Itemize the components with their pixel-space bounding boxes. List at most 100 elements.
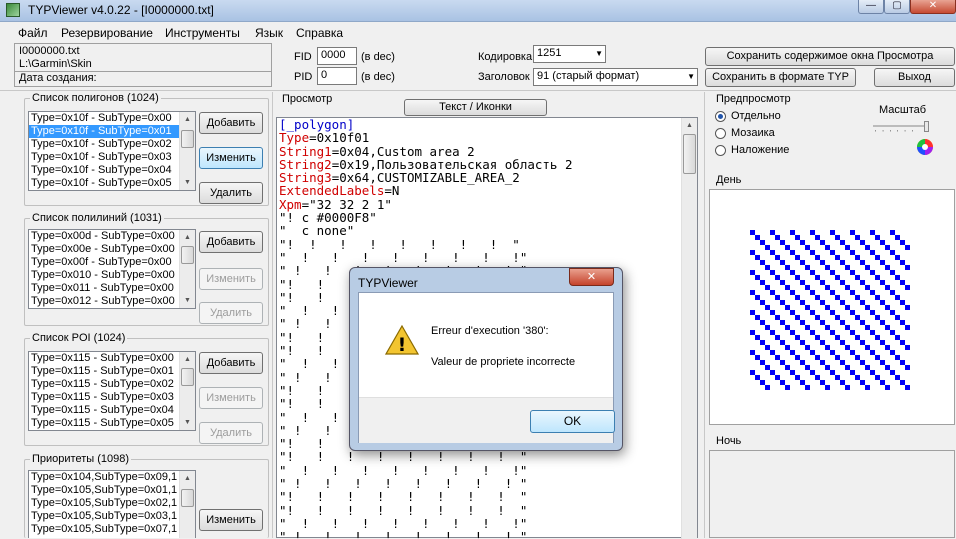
- pattern-pixel: [790, 330, 795, 335]
- warning-icon: !: [385, 325, 419, 355]
- save-view-button[interactable]: Сохранить содержимое окна Просмотра: [705, 47, 955, 66]
- color-wheel-icon[interactable]: [915, 137, 935, 157]
- scroll-down-icon[interactable]: ▼: [180, 415, 195, 430]
- pattern-pixel: [905, 265, 910, 270]
- menu-backup[interactable]: Резервирование: [61, 26, 153, 40]
- encoding-select[interactable]: 1251 ▼: [533, 45, 606, 63]
- list-item[interactable]: Type=0x011 - SubType=0x00: [29, 282, 179, 295]
- close-button[interactable]: ✕: [910, 0, 956, 14]
- radio-separate[interactable]: [715, 111, 726, 122]
- pattern-pixel: [785, 325, 790, 330]
- save-typ-button[interactable]: Сохранить в формате TYP: [705, 68, 856, 87]
- radio-overlay[interactable]: [715, 145, 726, 156]
- ok-button[interactable]: OK: [530, 410, 615, 433]
- list-item[interactable]: Type=0x115 - SubType=0x03: [29, 391, 179, 404]
- list-item[interactable]: Type=0x10f - SubType=0x01: [29, 125, 179, 138]
- list-item[interactable]: Type=0x012 - SubType=0x00: [29, 295, 179, 308]
- scroll-thumb[interactable]: [181, 130, 194, 148]
- list-item[interactable]: Type=0x10f - SubType=0x03: [29, 151, 179, 164]
- pattern-pixel: [750, 270, 755, 275]
- list-item[interactable]: Type=0x115 - SubType=0x04: [29, 404, 179, 417]
- polygons-add-button[interactable]: Добавить: [199, 112, 263, 134]
- dialog-close-button[interactable]: ✕: [569, 268, 614, 286]
- scale-slider[interactable]: '''''': [873, 121, 929, 137]
- polygons-edit-button[interactable]: Изменить: [199, 147, 263, 169]
- polylines-add-button[interactable]: Добавить: [199, 231, 263, 253]
- list-item[interactable]: Type=0x10f - SubType=0x05: [29, 177, 179, 190]
- scrollbar[interactable]: ▲ ▼: [179, 230, 195, 308]
- scrollbar[interactable]: ▲: [179, 471, 195, 538]
- poi-delete-button[interactable]: Удалить: [199, 422, 263, 444]
- scroll-up-icon[interactable]: ▲: [180, 230, 195, 245]
- scroll-up-icon[interactable]: ▲: [682, 118, 697, 133]
- list-item[interactable]: Type=0x00f - SubType=0x00: [29, 256, 179, 269]
- list-item[interactable]: Type=0x104,SubType=0x09,1: [29, 471, 179, 484]
- scroll-up-icon[interactable]: ▲: [180, 352, 195, 367]
- scale-label: Масштаб: [879, 104, 927, 116]
- pattern-pixel: [870, 230, 875, 235]
- polylines-edit-button[interactable]: Изменить: [199, 268, 263, 290]
- pattern-pixel: [905, 325, 910, 330]
- poi-edit-button[interactable]: Изменить: [199, 387, 263, 409]
- poi-list[interactable]: Type=0x115 - SubType=0x00 Type=0x115 - Su…: [28, 351, 196, 431]
- pattern-pixel: [895, 315, 900, 320]
- menu-tools[interactable]: Инструменты: [165, 26, 240, 40]
- scroll-up-icon[interactable]: ▲: [180, 112, 195, 127]
- exit-button[interactable]: Выход: [874, 68, 955, 87]
- list-item[interactable]: Type=0x115 - SubType=0x02: [29, 378, 179, 391]
- slider-thumb[interactable]: [924, 121, 929, 132]
- polygons-list[interactable]: Type=0x10f - SubType=0x00 Type=0x10f - Su…: [28, 111, 196, 191]
- list-item[interactable]: Type=0x10f - SubType=0x04: [29, 164, 179, 177]
- pattern-pixel: [845, 325, 850, 330]
- polylines-list[interactable]: Type=0x00d - SubType=0x00 Type=0x00e - Su…: [28, 229, 196, 309]
- priorities-list[interactable]: Type=0x104,SubType=0x09,1 Type=0x105,SubT…: [28, 470, 196, 538]
- menu-file[interactable]: Файл: [18, 26, 48, 40]
- fid-input[interactable]: 0000: [317, 47, 357, 65]
- pattern-pixel: [780, 240, 785, 245]
- list-item[interactable]: Type=0x105,SubType=0x07,1: [29, 523, 179, 536]
- maximize-button[interactable]: ▢: [884, 0, 910, 14]
- scroll-thumb[interactable]: [181, 368, 194, 386]
- menu-help[interactable]: Справка: [296, 26, 343, 40]
- pattern-pixel: [905, 365, 910, 370]
- pattern-pixel: [840, 360, 845, 365]
- list-item[interactable]: Type=0x115 - SubType=0x05: [29, 417, 179, 430]
- list-item[interactable]: Type=0x010 - SubType=0x00: [29, 269, 179, 282]
- priorities-edit-button[interactable]: Изменить: [199, 509, 263, 531]
- list-item[interactable]: Type=0x10f - SubType=0x00: [29, 112, 179, 125]
- list-item[interactable]: Type=0x10f - SubType=0x02: [29, 138, 179, 151]
- list-item[interactable]: Type=0x105,SubType=0x03,1: [29, 510, 179, 523]
- pattern-pixel: [875, 275, 880, 280]
- list-item[interactable]: Type=0x115 - SubType=0x01: [29, 365, 179, 378]
- list-item[interactable]: Type=0x00d - SubType=0x00: [29, 230, 179, 243]
- list-item[interactable]: Type=0x115 - SubType=0x00: [29, 352, 179, 365]
- scrollbar[interactable]: ▲: [681, 118, 697, 539]
- pattern-pixel: [795, 335, 800, 340]
- pattern-pixel: [760, 300, 765, 305]
- pattern-pixel: [800, 260, 805, 265]
- menu-language[interactable]: Язык: [255, 26, 283, 40]
- pattern-pixel: [890, 370, 895, 375]
- scroll-up-icon[interactable]: ▲: [180, 471, 195, 486]
- polylines-delete-button[interactable]: Удалить: [199, 302, 263, 324]
- pattern-pixel: [750, 350, 755, 355]
- list-item[interactable]: Type=0x105,SubType=0x01,1: [29, 484, 179, 497]
- radio-mosaic[interactable]: [715, 128, 726, 139]
- scroll-thumb[interactable]: [181, 246, 194, 264]
- scroll-thumb[interactable]: [181, 489, 194, 507]
- scrollbar[interactable]: ▲ ▼: [179, 112, 195, 190]
- list-item[interactable]: Type=0x105,SubType=0x02,1: [29, 497, 179, 510]
- text-icons-toggle-button[interactable]: Текст / Иконки: [404, 99, 547, 116]
- pid-input[interactable]: 0: [317, 67, 357, 85]
- minimize-button[interactable]: —: [858, 0, 884, 14]
- list-item[interactable]: Type=0x00e - SubType=0x00: [29, 243, 179, 256]
- polygons-delete-button[interactable]: Удалить: [199, 182, 263, 204]
- poi-add-button[interactable]: Добавить: [199, 352, 263, 374]
- scroll-thumb[interactable]: [683, 134, 696, 174]
- scroll-down-icon[interactable]: ▼: [180, 175, 195, 190]
- scrollbar[interactable]: ▲ ▼: [179, 352, 195, 430]
- header-select[interactable]: 91 (старый формат) ▼: [533, 68, 698, 86]
- pattern-pixel: [840, 380, 845, 385]
- pattern-pixel: [805, 285, 810, 290]
- scroll-down-icon[interactable]: ▼: [180, 293, 195, 308]
